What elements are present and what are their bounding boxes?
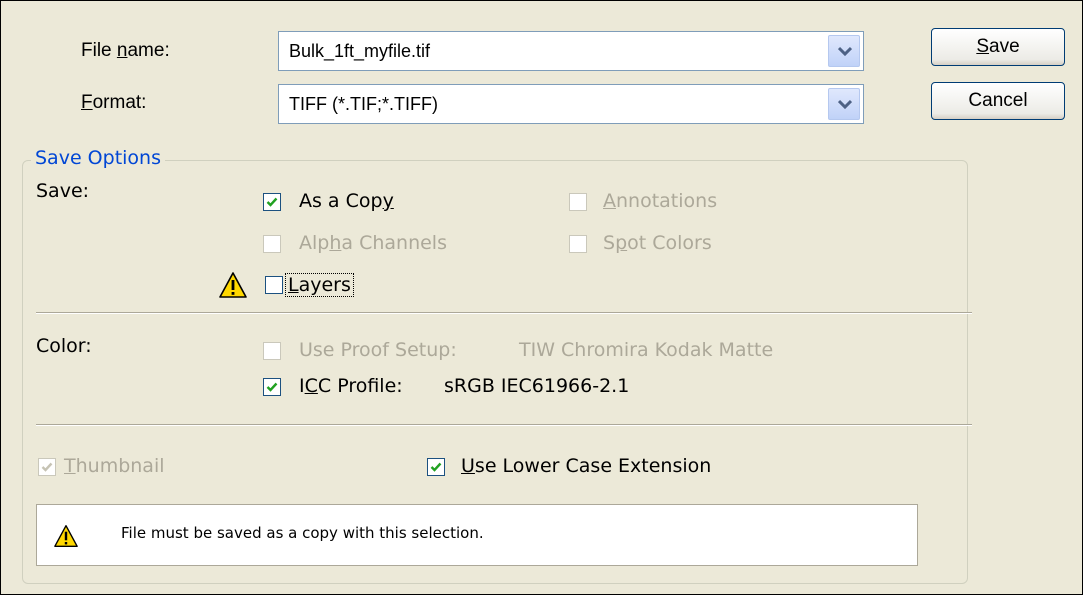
icc-profile-checkbox[interactable] (263, 378, 281, 396)
format-dropdown-button[interactable] (828, 88, 860, 120)
save-label: Save: (36, 180, 90, 202)
lower-case-extension-checkbox[interactable] (427, 458, 445, 476)
format-label: Format: (81, 92, 147, 113)
alpha-channels-checkbox[interactable] (263, 235, 281, 253)
as-a-copy-label[interactable]: As a Copy (299, 190, 394, 212)
use-proof-setup-checkbox[interactable] (263, 342, 281, 360)
checkmark-icon (266, 197, 278, 207)
layers-checkbox[interactable] (265, 276, 283, 294)
separator (36, 312, 972, 314)
warning-icon (54, 525, 78, 547)
format-combobox[interactable]: TIFF (*.TIF;*.TIFF) (278, 84, 864, 124)
checkmark-icon (41, 462, 53, 472)
spot-colors-checkbox[interactable] (569, 235, 587, 253)
chevron-down-icon (838, 46, 852, 56)
warning-icon (219, 272, 247, 298)
as-a-copy-checkbox[interactable] (263, 193, 281, 211)
warning-message: File must be saved as a copy with this s… (121, 524, 484, 542)
thumbnail-label: Thumbnail (64, 455, 165, 477)
cancel-button[interactable]: Cancel (931, 82, 1065, 120)
color-label: Color: (36, 335, 92, 357)
alpha-channels-label: Alpha Channels (299, 232, 447, 254)
icc-profile-label[interactable]: ICC Profile: (299, 375, 403, 397)
separator (36, 424, 972, 426)
proof-setup-value: TIW Chromira Kodak Matte (519, 339, 774, 361)
chevron-down-icon (838, 99, 852, 109)
use-proof-setup-label: Use Proof Setup: (299, 339, 457, 361)
format-value: TIFF (*.TIF;*.TIFF) (289, 94, 438, 114)
file-name-combobox[interactable]: Bulk_1ft_myfile.tif (278, 31, 864, 71)
checkmark-icon (266, 382, 278, 392)
layers-label[interactable]: Layers (285, 273, 354, 297)
lower-case-extension-label[interactable]: Use Lower Case Extension (461, 455, 711, 477)
icc-profile-value: sRGB IEC61966-2.1 (444, 375, 630, 397)
file-name-label: File name: (81, 40, 170, 61)
checkmark-icon (430, 462, 442, 472)
save-button[interactable]: Save (931, 28, 1065, 66)
warning-message-box: File must be saved as a copy with this s… (36, 504, 918, 566)
annotations-label: Annotations (603, 190, 718, 212)
annotations-checkbox[interactable] (569, 193, 587, 211)
spot-colors-label: Spot Colors (603, 232, 712, 254)
file-name-dropdown-button[interactable] (828, 35, 860, 67)
save-options-legend: Save Options (31, 147, 165, 169)
file-name-value[interactable]: Bulk_1ft_myfile.tif (289, 41, 430, 62)
thumbnail-checkbox[interactable] (38, 458, 56, 476)
